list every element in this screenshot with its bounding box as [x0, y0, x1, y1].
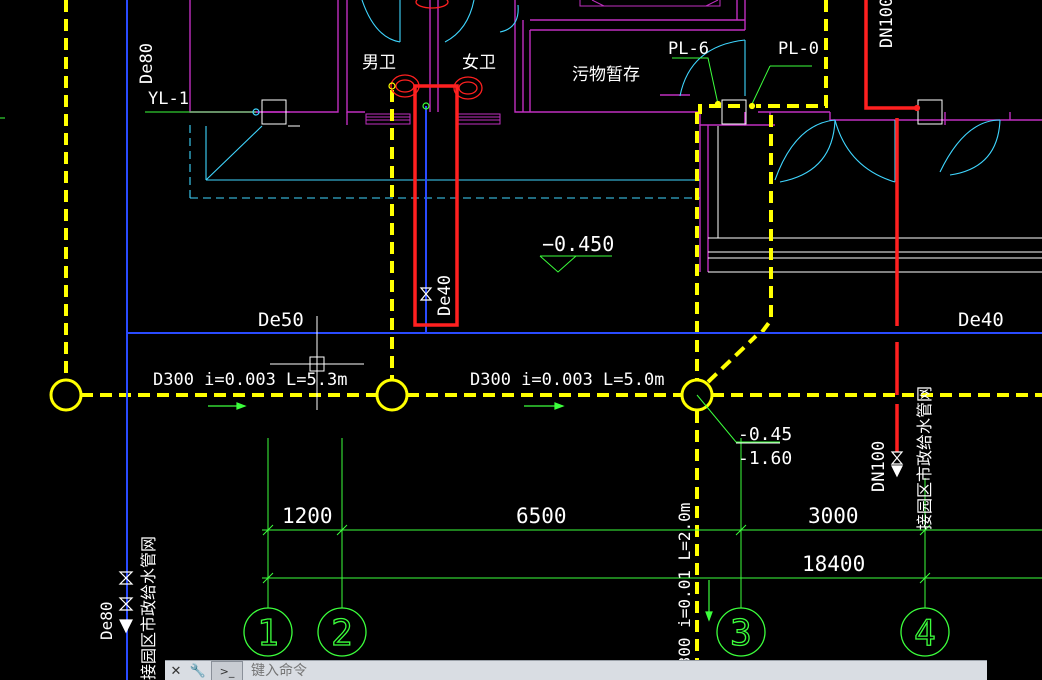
well-2 [375, 378, 409, 412]
label-elev-bottom: -1.60 [738, 448, 792, 469]
well-1 [49, 378, 83, 412]
axis-label-4: 4 [914, 613, 936, 654]
label-pipe1: D300 i=0.003 L=5.3m [153, 370, 347, 390]
steps [261, 99, 1042, 273]
label-elev-top: -0.45 [738, 424, 792, 445]
dim-3000: 3000 [808, 504, 859, 528]
label-pipe-vertical: D300 i=0.01 L=2.0m [675, 503, 694, 676]
cad-canvas[interactable]: 1 2 3 4 De80 YL-1 男卫 女卫 污物暂存 PL-6 PL-0 D… [0, 0, 1042, 680]
label-pipe2: D300 i=0.003 L=5.0m [470, 370, 664, 390]
axis-label-2: 2 [331, 613, 353, 654]
label-de80-bottom: De80 [97, 601, 116, 640]
label-de80-left: De80 [137, 43, 157, 84]
drawing-svg[interactable]: 1 2 3 4 De80 YL-1 男卫 女卫 污物暂存 PL-6 PL-0 D… [0, 0, 1042, 680]
label-de50: De50 [258, 309, 304, 331]
command-prompt-button[interactable]: >_ [211, 661, 243, 680]
label-pl0: PL-0 [778, 39, 819, 59]
label-connect-right: 接园区市政给水管网 [915, 386, 934, 530]
valves [118, 82, 921, 634]
dim-18400: 18400 [802, 552, 865, 576]
room-walls [189, 0, 1042, 272]
axis-label-3: 3 [730, 613, 752, 654]
label-dn100-right: DN100 [869, 441, 889, 492]
dim-6500: 6500 [516, 504, 567, 528]
label-dirt-storage: 污物暂存 [572, 65, 640, 85]
wrench-icon[interactable]: 🔧 [187, 661, 209, 680]
label-male-wc: 男卫 [362, 53, 396, 73]
fixtures [365, 0, 721, 125]
label-de40-right: De40 [958, 309, 1004, 331]
valve-right-icon [890, 451, 904, 465]
command-line-bar[interactable]: ✕ 🔧 >_ [165, 660, 987, 680]
label-connect-left: 接园区市政给水管网 [139, 536, 158, 680]
axis-label-1: 1 [257, 613, 279, 654]
dim-1200: 1200 [282, 504, 333, 528]
label-female-wc: 女卫 [462, 53, 496, 73]
close-icon[interactable]: ✕ [165, 661, 187, 680]
label-elev-floor: −0.450 [542, 232, 614, 256]
command-input[interactable] [249, 662, 753, 680]
label-yl1: YL-1 [148, 89, 189, 109]
label-dn100-top: DN100 [877, 0, 897, 48]
label-de40-vertical: De40 [435, 275, 455, 316]
label-pl6: PL-6 [668, 39, 709, 59]
wc-fixtures [390, 0, 483, 100]
